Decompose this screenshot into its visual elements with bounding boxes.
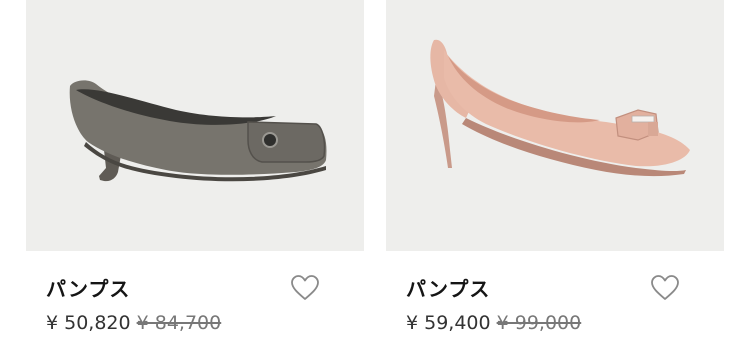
product-card[interactable]: パンプス ¥ 50,820 ¥ 84,700 <box>26 0 364 363</box>
price-row: ¥ 59,400 ¥ 99,000 <box>406 312 581 334</box>
sale-price: ¥ 50,820 <box>46 312 131 334</box>
pink-pump-shoe-icon <box>430 39 690 177</box>
product-image[interactable] <box>386 0 724 251</box>
original-price: ¥ 84,700 <box>136 312 222 334</box>
price-row: ¥ 50,820 ¥ 84,700 <box>46 312 221 334</box>
gray-pump-shoe-icon <box>69 80 327 182</box>
heart-outline-icon[interactable] <box>650 274 680 302</box>
product-card[interactable]: パンプス ¥ 59,400 ¥ 99,000 <box>386 0 724 363</box>
product-title[interactable]: パンプス <box>406 273 490 302</box>
original-price: ¥ 99,000 <box>496 312 582 334</box>
sale-price: ¥ 59,400 <box>406 312 491 334</box>
product-image[interactable] <box>26 0 364 251</box>
heart-outline-icon[interactable] <box>290 274 320 302</box>
product-title[interactable]: パンプス <box>46 273 130 302</box>
